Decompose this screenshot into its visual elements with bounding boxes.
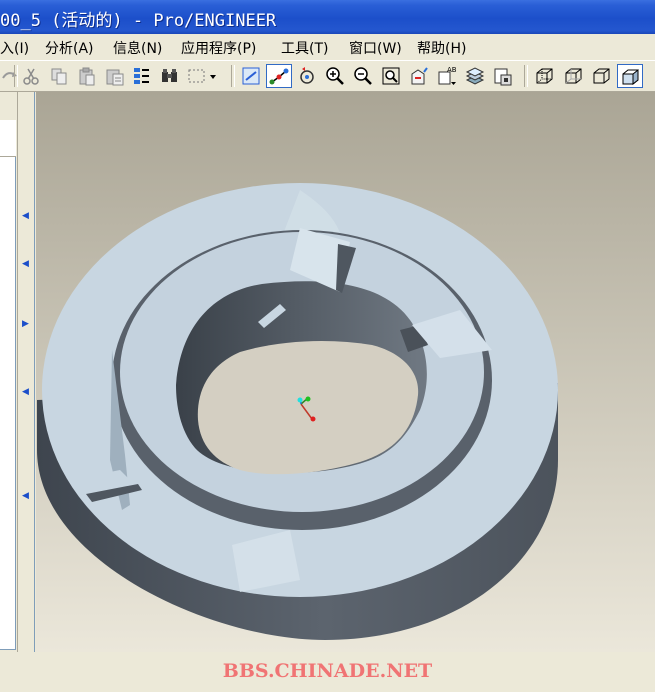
toolbar: AB	[0, 60, 655, 92]
reorient-icon[interactable]	[408, 64, 430, 88]
no-hidden-icon[interactable]	[590, 64, 612, 88]
expand-arrow-icon[interactable]: ▶	[22, 320, 29, 329]
collapse-arrow-icon[interactable]: ◀	[22, 388, 29, 397]
redo-icon[interactable]	[0, 64, 22, 88]
copy-icon[interactable]	[48, 64, 70, 88]
find-icon[interactable]	[159, 64, 181, 88]
orient-mode-icon[interactable]	[296, 64, 318, 88]
collapse-arrow-icon[interactable]: ◀	[22, 212, 29, 221]
menu-info[interactable]: 信息(N)	[113, 38, 162, 58]
regenerate-icon[interactable]	[131, 64, 153, 88]
title-bar: 00_5 (活动的) - Pro/ENGINEER	[0, 0, 655, 34]
csys-z-dot	[297, 397, 303, 403]
view-manager-icon[interactable]	[492, 64, 514, 88]
window-title: 00_5 (活动的) - Pro/ENGINEER	[0, 11, 277, 31]
zoom-out-icon[interactable]	[352, 64, 374, 88]
watermark-text: BBS.CHINADE.NET	[222, 660, 433, 682]
panel-splitter[interactable]: ◀ ◀ ▶ ◀ ◀	[17, 92, 35, 652]
menu-insert[interactable]: 入(I)	[0, 38, 29, 58]
select-box-icon[interactable]	[186, 64, 218, 88]
csys-x-dot	[310, 416, 316, 422]
collapse-arrow-icon[interactable]: ◀	[22, 492, 29, 501]
model-tree-header	[0, 120, 16, 157]
menu-bar: 入(I) 分析(A) 信息(N) 应用程序(P) 工具(T) 窗口(W) 帮助(…	[0, 34, 655, 60]
menu-help[interactable]: 帮助(H)	[417, 38, 466, 58]
cut-icon[interactable]	[20, 64, 42, 88]
graphics-viewport[interactable]	[36, 92, 655, 652]
shading-icon[interactable]	[617, 64, 643, 88]
menu-applications[interactable]: 应用程序(P)	[181, 38, 256, 58]
collapse-arrow-icon[interactable]: ◀	[22, 260, 29, 269]
menu-window[interactable]: 窗口(W)	[349, 38, 402, 58]
csys-y-dot	[305, 396, 311, 402]
refit-icon[interactable]	[380, 64, 402, 88]
paste-icon[interactable]	[76, 64, 98, 88]
menu-analysis[interactable]: 分析(A)	[45, 38, 94, 58]
saved-views-icon[interactable]: AB	[436, 64, 458, 88]
repaint-icon[interactable]	[240, 64, 262, 88]
spin-center-icon[interactable]	[266, 64, 292, 88]
paste-special-icon[interactable]	[104, 64, 126, 88]
model-tree[interactable]	[0, 120, 16, 650]
hidden-line-icon[interactable]	[562, 64, 584, 88]
svg-text:AB: AB	[447, 66, 457, 74]
zoom-in-icon[interactable]	[324, 64, 346, 88]
layers-icon[interactable]	[464, 64, 486, 88]
menu-tools[interactable]: 工具(T)	[281, 38, 328, 58]
wireframe-icon[interactable]	[533, 64, 555, 88]
